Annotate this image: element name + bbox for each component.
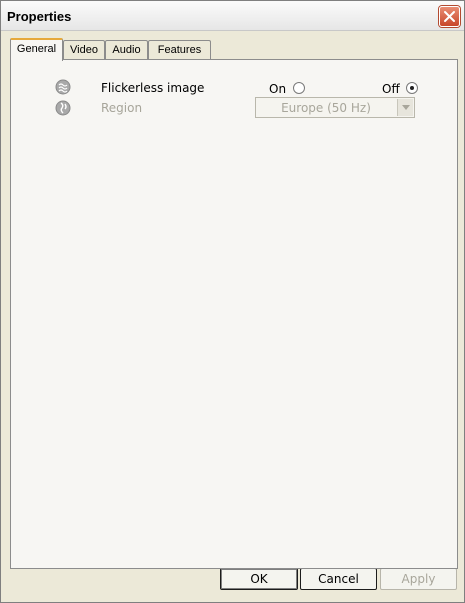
tab-features[interactable]: Features — [148, 40, 211, 60]
flicker-off-radio[interactable] — [406, 82, 418, 94]
title-bar[interactable]: Properties — [1, 1, 464, 31]
chevron-down-icon — [402, 105, 410, 110]
flicker-icon — [55, 79, 71, 95]
region-label: Region — [101, 101, 143, 115]
tab-general[interactable]: General — [10, 38, 63, 61]
flicker-off-label: Off — [382, 82, 400, 96]
dropdown-arrow[interactable] — [397, 99, 413, 116]
flicker-on-radio[interactable] — [293, 82, 305, 94]
region-value: Europe (50 Hz) — [281, 101, 371, 115]
apply-button[interactable]: Apply — [380, 568, 457, 590]
general-panel: Flickerless image On Off Region Europe (… — [10, 59, 458, 569]
tab-audio[interactable]: Audio — [105, 40, 148, 60]
tab-video[interactable]: Video — [63, 40, 105, 60]
properties-window: Properties General Video Audio Features … — [0, 0, 465, 603]
dialog-body: General Video Audio Features Flickerless… — [2, 32, 463, 602]
region-select[interactable]: Europe (50 Hz) — [255, 97, 415, 118]
globe-icon — [55, 100, 71, 116]
flickerless-label: Flickerless image — [101, 81, 205, 95]
cancel-button[interactable]: Cancel — [300, 568, 377, 590]
close-icon — [444, 11, 455, 22]
ok-button[interactable]: OK — [220, 568, 298, 590]
flicker-on-label: On — [269, 82, 287, 96]
window-title: Properties — [7, 9, 72, 24]
close-button[interactable] — [439, 6, 460, 27]
